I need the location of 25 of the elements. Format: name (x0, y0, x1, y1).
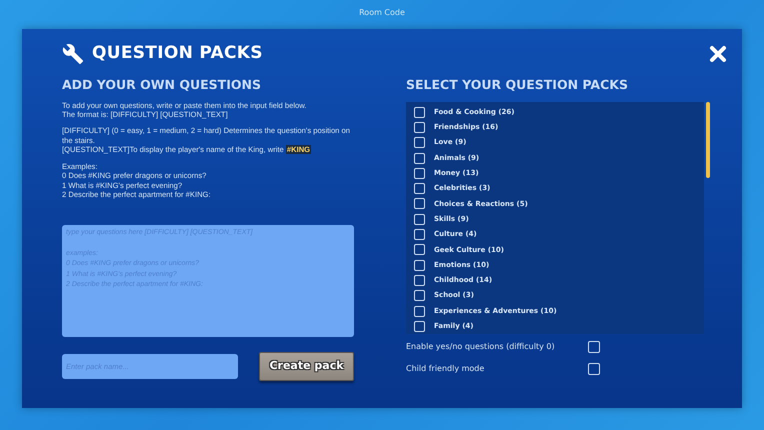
checkbox[interactable] (414, 320, 425, 332)
checkbox[interactable] (414, 168, 425, 179)
scrollbar-thumb[interactable] (706, 102, 710, 178)
option-label: Child friendly mode (406, 362, 484, 374)
modal-title: QUESTION PACKS (92, 42, 263, 65)
checkbox[interactable] (414, 137, 425, 148)
checkbox[interactable] (414, 229, 425, 240)
checkbox[interactable] (414, 290, 425, 302)
room-code-label: Room Code (359, 7, 405, 19)
checkbox[interactable] (588, 340, 600, 352)
checkbox[interactable] (414, 122, 425, 133)
option-label: Enable yes/no questions (difficulty 0) (406, 340, 555, 352)
checkbox[interactable] (414, 214, 425, 225)
checkbox[interactable] (414, 152, 425, 164)
wrench-icon (62, 42, 84, 65)
checkbox[interactable] (414, 183, 425, 194)
checkbox[interactable] (414, 106, 425, 118)
checkbox[interactable] (414, 260, 425, 271)
section-heading: ADD YOUR OWN QUESTIONS (62, 76, 262, 92)
checkbox[interactable] (588, 362, 600, 374)
checkbox[interactable] (414, 274, 425, 286)
checkbox[interactable] (414, 198, 425, 210)
section-heading: SELECT YOUR QUESTION PACKS (406, 76, 629, 92)
checkbox[interactable] (414, 306, 425, 316)
checkbox[interactable] (414, 244, 425, 256)
